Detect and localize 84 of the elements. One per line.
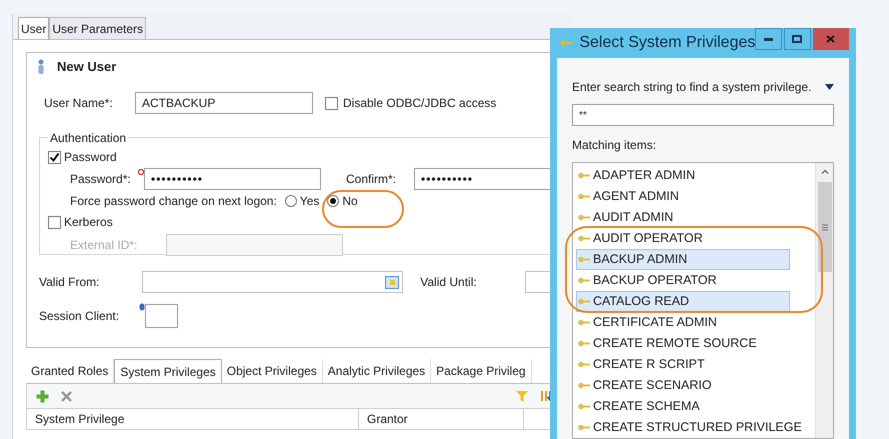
list-item[interactable]: BACKUP OPERATOR [576, 270, 790, 291]
radio-button[interactable] [284, 195, 297, 207]
key-icon [578, 214, 590, 221]
list-label: Matching items: [572, 137, 658, 154]
tab[interactable]: System Privileges [114, 359, 222, 383]
close-icon [826, 35, 836, 43]
list-item[interactable]: AUDIT OPERATOR [576, 228, 790, 249]
list-item[interactable]: ADAPTER ADMIN [576, 165, 790, 186]
scrollbar-thumb[interactable] [818, 182, 832, 272]
maximize-icon [792, 35, 802, 43]
calendar-icon [385, 276, 400, 288]
checkbox[interactable] [48, 216, 61, 228]
key-icon [560, 39, 574, 47]
add-button[interactable] [36, 390, 49, 402]
dropdown-icon [825, 84, 834, 90]
tab[interactable]: Package Privileg [431, 359, 532, 383]
checkbox-label: Disable ODBC/JDBC access [343, 95, 496, 112]
sort-button[interactable] [540, 390, 553, 402]
date-field[interactable] [142, 271, 404, 293]
tab[interactable]: Object Privileges [222, 359, 323, 383]
close-button[interactable] [812, 28, 849, 50]
checkbox[interactable] [48, 150, 61, 164]
filter-icon [516, 390, 528, 402]
list-item[interactable]: CREATE SCENARIO [576, 375, 790, 396]
key-icon [578, 235, 590, 242]
field-label: Password*: [69, 171, 132, 188]
list-item[interactable]: AGENT ADMIN [576, 186, 790, 207]
dropdown-button[interactable] [825, 84, 834, 90]
key-icon [578, 256, 590, 263]
list-item[interactable]: CREATE R SCRIPT [576, 354, 790, 375]
key-icon [578, 403, 590, 410]
minimize-button[interactable] [755, 28, 782, 50]
list-item[interactable]: CREATE STRUCTURED PRIVILEGE [576, 417, 803, 438]
input-field[interactable] [145, 304, 178, 328]
column-header[interactable]: Grantor [359, 409, 524, 429]
key-icon [578, 277, 590, 284]
key-icon [578, 193, 590, 200]
checkbox-label: Password [64, 149, 117, 166]
field-label: Session Client: [38, 308, 120, 325]
key-icon [578, 424, 590, 431]
close-icon [61, 390, 72, 402]
key-icon [578, 382, 590, 389]
column-header[interactable]: System Privilege [27, 409, 359, 429]
list-item[interactable]: CREATE REMOTE SOURCE [576, 333, 790, 354]
sort-icon [540, 390, 553, 402]
info-icon [139, 303, 145, 311]
radio-label: Yes [300, 193, 320, 210]
radio-button[interactable] [327, 195, 340, 207]
checkbox[interactable] [325, 96, 338, 110]
field-label: Force password change on next logon: [70, 193, 277, 210]
radio-label: No [342, 193, 358, 210]
tab[interactable]: Analytic Privileges [322, 359, 432, 383]
tab[interactable]: User Parameters [49, 17, 146, 39]
checkbox-label: Kerberos [64, 214, 113, 231]
input-field[interactable]: •••••••••• [144, 168, 321, 190]
key-icon [578, 361, 590, 368]
window-title: Select System Privileges [579, 33, 756, 53]
grip-icon [822, 224, 828, 230]
list-item[interactable]: CATALOG READ [576, 291, 790, 312]
minimize-icon [764, 38, 774, 40]
field-label: Valid From: [38, 274, 100, 291]
plus-icon [36, 390, 49, 402]
error-icon [138, 169, 144, 175]
section-title: New User [57, 58, 116, 76]
input-field[interactable]: ACTBACKUP [135, 92, 313, 114]
input-field[interactable] [166, 234, 343, 256]
key-icon [578, 319, 590, 326]
key-icon [578, 172, 590, 179]
delete-button[interactable] [61, 390, 72, 402]
field-label: Confirm*: [346, 171, 398, 188]
field-label: User Name*: [43, 95, 114, 112]
field-label: Valid Until: [420, 274, 478, 291]
list-item[interactable]: CERTIFICATE ADMIN [576, 312, 790, 333]
tab[interactable]: User [18, 17, 50, 39]
maximize-button[interactable] [784, 28, 811, 50]
list-item[interactable]: AUDIT ADMIN [576, 207, 790, 228]
field-label: External ID*: [69, 237, 138, 254]
search-field[interactable]: ** [572, 104, 834, 126]
scrollbar[interactable] [815, 163, 833, 438]
prompt-text: Enter search string to find a system privilege. [572, 79, 812, 96]
list-item[interactable]: CREATE SCHEMA [576, 396, 790, 417]
key-icon [578, 340, 590, 347]
key-icon [578, 298, 590, 305]
list-item[interactable]: BACKUP ADMIN [576, 249, 790, 270]
